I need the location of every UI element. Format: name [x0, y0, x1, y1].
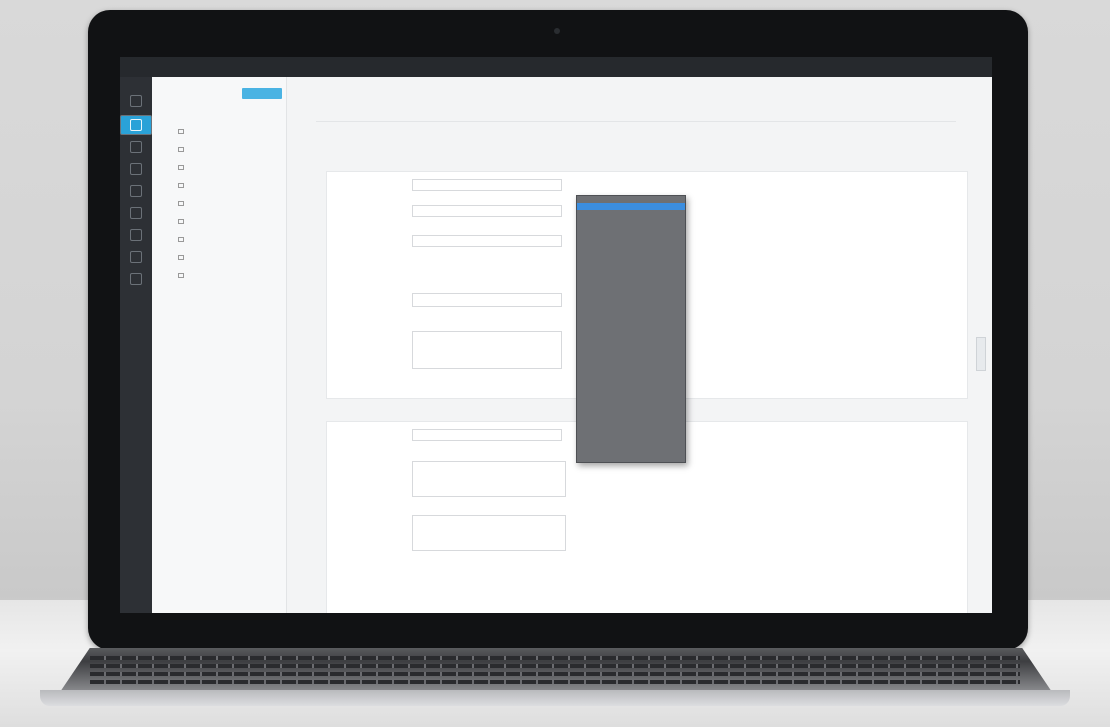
sidebar-item-4[interactable] [178, 183, 188, 188]
dropdown-option[interactable] [577, 329, 685, 336]
text-input[interactable] [412, 179, 562, 191]
sidebar-item-icon [178, 165, 184, 170]
dashboard-icon[interactable] [130, 95, 142, 107]
text-input[interactable] [412, 205, 562, 217]
sidebar-item-9[interactable] [178, 273, 188, 278]
sidebar-item-icon [178, 273, 184, 278]
dropdown-option[interactable] [577, 315, 685, 322]
dropdown-option[interactable] [577, 287, 685, 294]
keyboard-row [90, 672, 1020, 676]
catalog-icon[interactable] [130, 163, 142, 175]
sidebar-item-3[interactable] [178, 165, 188, 170]
dropdown-option[interactable] [577, 238, 685, 245]
dropdown-option[interactable] [577, 245, 685, 252]
sidebar-item-6[interactable] [178, 219, 188, 224]
laptop-base [60, 648, 1052, 692]
text-input[interactable] [412, 429, 562, 441]
sidebar-item-5[interactable] [178, 201, 188, 206]
side-panel-tab[interactable] [976, 337, 986, 371]
select-dropdown-list[interactable] [576, 195, 686, 463]
dropdown-option[interactable] [577, 350, 685, 357]
dropdown-option[interactable] [577, 441, 685, 448]
textarea[interactable] [412, 461, 566, 497]
dropdown-option[interactable] [577, 217, 685, 224]
dropdown-option[interactable] [577, 224, 685, 231]
textarea[interactable] [412, 331, 562, 369]
sidebar-item-icon [178, 201, 184, 206]
dropdown-option[interactable] [577, 266, 685, 273]
grid-icon[interactable] [130, 273, 142, 285]
users-icon[interactable] [130, 207, 142, 219]
dropdown-option[interactable] [577, 357, 685, 364]
sidebar-item-icon [178, 219, 184, 224]
dropdown-option[interactable] [577, 420, 685, 427]
reports-icon[interactable] [130, 229, 142, 241]
dropdown-option[interactable] [577, 294, 685, 301]
sidebar-item-icon [178, 237, 184, 242]
dropdown-option[interactable] [577, 399, 685, 406]
keyboard-row [90, 664, 1020, 668]
keyboard-row [90, 680, 1020, 684]
dropdown-option[interactable] [577, 364, 685, 371]
dropdown-option[interactable] [577, 308, 685, 315]
dropdown-option[interactable] [577, 210, 685, 217]
top-navigation-bar [120, 57, 992, 77]
dropdown-option[interactable] [577, 322, 685, 329]
new-button[interactable] [242, 88, 282, 99]
system-icon[interactable] [130, 251, 142, 263]
sidebar-item-icon [178, 129, 184, 134]
dropdown-option[interactable] [577, 336, 685, 343]
dropdown-option[interactable] [577, 434, 685, 441]
dropdown-option[interactable] [577, 371, 685, 378]
dropdown-option-selected[interactable] [577, 203, 685, 210]
dropdown-option[interactable] [577, 392, 685, 399]
sidebar-item-icon [178, 255, 184, 260]
sidebar-item-2[interactable] [178, 147, 188, 152]
dropdown-option[interactable] [577, 406, 685, 413]
dropdown-option[interactable] [577, 231, 685, 238]
dropdown-option[interactable] [577, 413, 685, 420]
pages-icon[interactable] [130, 141, 142, 153]
laptop-screen [120, 57, 992, 613]
content-icon[interactable] [130, 119, 142, 131]
keyboard-row [90, 656, 1020, 660]
sidebar [152, 77, 287, 613]
text-input[interactable] [412, 293, 562, 307]
sidebar-item-8[interactable] [178, 255, 188, 260]
dropdown-option[interactable] [577, 378, 685, 385]
dropdown-option[interactable] [577, 273, 685, 280]
main-content [286, 77, 992, 613]
sidebar-item-1[interactable] [178, 129, 188, 134]
title-divider [316, 121, 956, 122]
textarea[interactable] [412, 515, 566, 551]
sidebar-item-7[interactable] [178, 237, 188, 242]
dropdown-option[interactable] [577, 196, 685, 203]
settings-icon[interactable] [130, 185, 142, 197]
dropdown-option[interactable] [577, 301, 685, 308]
laptop-base-lip [40, 690, 1070, 706]
text-input[interactable] [412, 235, 562, 247]
dropdown-option[interactable] [577, 259, 685, 266]
camera-icon [554, 28, 560, 34]
icon-rail [120, 77, 152, 613]
dropdown-option[interactable] [577, 252, 685, 259]
dropdown-option[interactable] [577, 280, 685, 287]
dropdown-option[interactable] [577, 385, 685, 392]
sidebar-item-icon [178, 183, 184, 188]
dropdown-option[interactable] [577, 427, 685, 434]
dropdown-option[interactable] [577, 343, 685, 350]
sidebar-item-icon [178, 147, 184, 152]
